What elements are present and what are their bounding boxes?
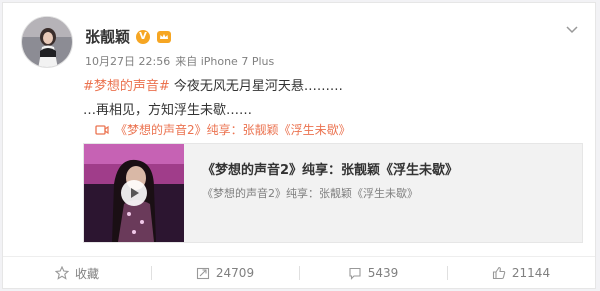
author-name[interactable]: 张靓颖 bbox=[85, 26, 130, 47]
video-icon bbox=[95, 124, 109, 135]
video-title: 《梦想的声音2》纯享：张靓颖《浮生未歇》 bbox=[202, 163, 459, 178]
post-source: 来自 iPhone 7 Plus bbox=[175, 55, 275, 68]
video-link[interactable]: 《梦想的声音2》纯享：张靓颖《浮生未歇》 bbox=[95, 121, 351, 138]
repost-button[interactable]: 24709 bbox=[151, 257, 299, 289]
video-thumbnail[interactable] bbox=[84, 144, 184, 242]
like-count: 21144 bbox=[511, 266, 551, 280]
post-text-line-1: #梦想的声音# 今夜无风无月星河天悬……… bbox=[83, 75, 343, 94]
repost-count: 24709 bbox=[215, 266, 255, 280]
favorite-label: 收藏 bbox=[74, 266, 99, 281]
play-icon bbox=[131, 188, 139, 198]
comment-button[interactable]: 5439 bbox=[299, 257, 447, 289]
post-meta: 10月27日 22:56 来自 iPhone 7 Plus bbox=[85, 53, 274, 69]
weibo-card: 张靓颖 V 10月27日 22:56 来自 iPhone 7 Plus #梦想的声… bbox=[2, 2, 596, 289]
post-time[interactable]: 10月27日 22:56 bbox=[85, 55, 170, 68]
star-icon bbox=[54, 266, 69, 280]
author-row: 张靓颖 V bbox=[85, 26, 172, 47]
video-card[interactable]: 《梦想的声音2》纯享：张靓颖《浮生未歇》 《梦想的声音2》纯享：张靓颖《浮生未歇… bbox=[83, 143, 583, 243]
crown-icon[interactable] bbox=[156, 30, 172, 44]
action-bar: 收藏 24709 5439 21144 bbox=[3, 256, 595, 289]
repost-icon bbox=[196, 267, 209, 280]
video-link-label: 《梦想的声音2》纯享：张靓颖《浮生未歇》 bbox=[115, 123, 351, 137]
play-button[interactable] bbox=[121, 180, 147, 206]
hashtag-link[interactable]: #梦想的声音# bbox=[83, 79, 170, 94]
chevron-down-icon bbox=[566, 26, 578, 34]
verified-icon: V bbox=[136, 29, 151, 44]
more-menu-button[interactable] bbox=[563, 21, 581, 39]
favorite-button[interactable]: 收藏 bbox=[3, 257, 151, 289]
comment-count: 5439 bbox=[367, 266, 399, 280]
post-text: 今夜无风无月星河天悬……… bbox=[169, 79, 343, 94]
comment-icon bbox=[349, 267, 361, 280]
post-text-line-2: …再相见，方知浮生未歇…… bbox=[83, 103, 253, 118]
like-icon bbox=[492, 266, 506, 280]
like-button[interactable]: 21144 bbox=[447, 257, 595, 289]
avatar[interactable] bbox=[21, 16, 73, 68]
video-subtitle: 《梦想的声音2》纯享：张靓颖《浮生未歇》 bbox=[202, 187, 418, 200]
